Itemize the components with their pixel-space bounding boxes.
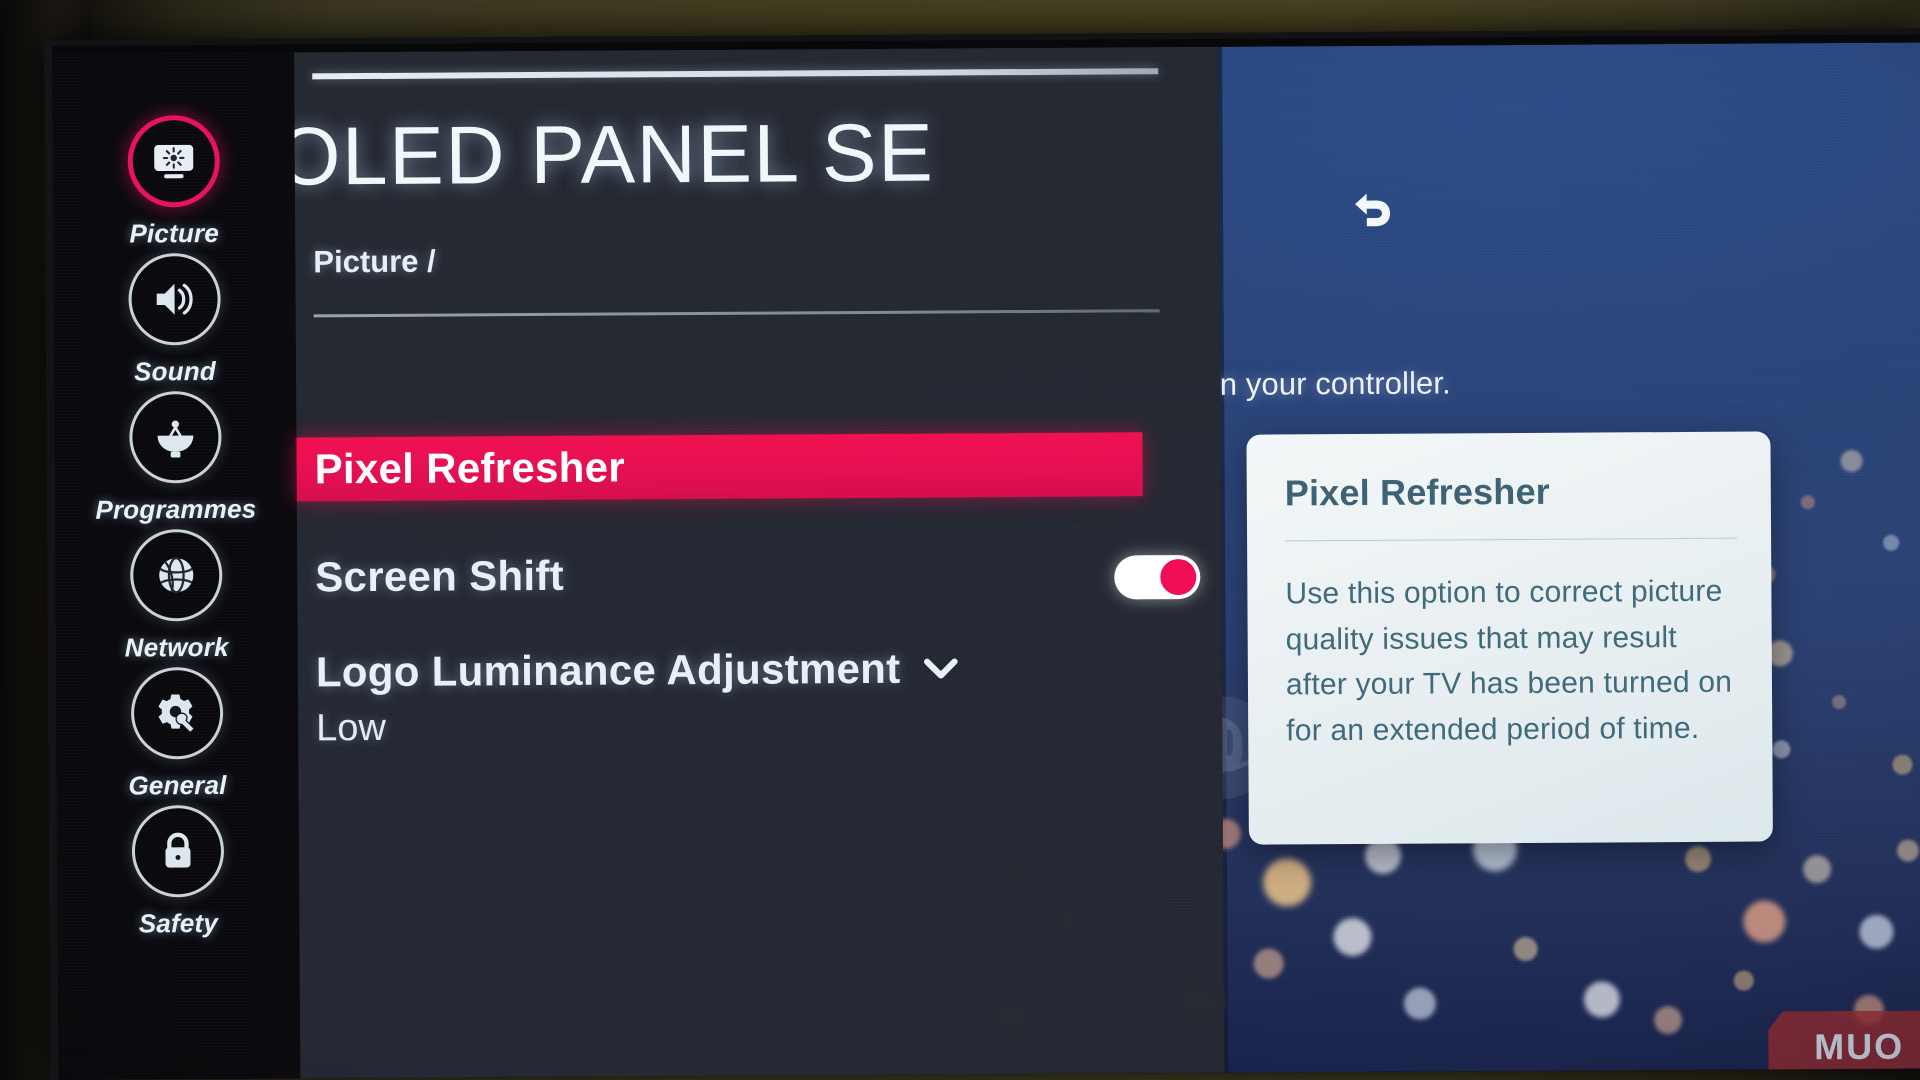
- picture-brightness-icon: [127, 114, 221, 208]
- breadcrumb: Picture /: [313, 243, 436, 280]
- lg-settings-overlay: Picture Sound Programmes Network General Safe…: [52, 46, 1391, 1080]
- padlock-icon: [131, 804, 225, 898]
- gear-wrench-icon: [130, 666, 224, 760]
- menu-item-label: Pixel Refresher: [314, 443, 626, 493]
- satellite-dish-icon: [129, 390, 222, 484]
- page-title: OLED PANEL SE: [294, 107, 935, 203]
- menu-item-pixel-refresher[interactable]: Pixel Refresher: [296, 432, 1143, 502]
- header-top-rule: [312, 68, 1159, 80]
- ps-card-title: Pixel Refresher: [1284, 470, 1551, 514]
- sidebar-item-picture[interactable]: Picture: [52, 114, 295, 249]
- room-photo-background: Press the PS button on your controller. …: [0, 0, 1920, 1080]
- sidebar-item-label: Network: [124, 631, 229, 663]
- speaker-icon: [128, 252, 221, 346]
- muo-watermark-label: MUO: [1814, 1025, 1905, 1068]
- settings-sidebar: Picture Sound Programmes Network General Safe…: [52, 52, 301, 1080]
- menu-item-logo-luminance-adjustment[interactable]: Logo Luminance Adjustment: [298, 637, 1144, 702]
- sidebar-item-label: Picture: [129, 217, 220, 249]
- sidebar-item-label: General: [128, 769, 227, 801]
- globe-icon: [129, 528, 223, 622]
- sidebar-item-sound[interactable]: Sound: [53, 252, 296, 387]
- sidebar-item-general[interactable]: General: [56, 666, 299, 801]
- sidebar-item-safety[interactable]: Safety: [57, 804, 300, 939]
- menu-item-label: Logo Luminance Adjustment: [315, 644, 901, 696]
- sidebar-item-label: Safety: [138, 907, 219, 939]
- back-arrow-icon[interactable]: [1333, 174, 1405, 246]
- sidebar-item-network[interactable]: Network: [55, 528, 298, 663]
- toggle-knob: [1160, 558, 1197, 596]
- header-bottom-rule: [313, 309, 1160, 318]
- television-set: Press the PS button on your controller. …: [44, 28, 1920, 1080]
- settings-content-pane: OLED PANEL SE Picture / Pixel Refresher: [294, 46, 1391, 1079]
- tv-screen: Press the PS button on your controller. …: [52, 42, 1920, 1080]
- chevron-down-icon: [918, 646, 962, 690]
- ps5-option-description-card: Pixel Refresher Use this option to corre…: [1246, 431, 1773, 845]
- sidebar-item-label: Programmes: [95, 493, 257, 525]
- muo-watermark-logo: MUO: [1768, 1010, 1920, 1080]
- sidebar-item-label: Sound: [133, 355, 217, 387]
- logo-luminance-value: Low: [316, 706, 387, 750]
- ps-card-body-text: Use this option to correct picture quali…: [1285, 574, 1733, 748]
- menu-item-screen-shift[interactable]: Screen Shift: [297, 542, 1143, 607]
- screen-shift-toggle[interactable]: [1114, 554, 1201, 600]
- sidebar-item-programmes[interactable]: Programmes: [54, 390, 297, 525]
- ps-card-divider: [1285, 537, 1738, 542]
- menu-item-label: Screen Shift: [315, 551, 565, 601]
